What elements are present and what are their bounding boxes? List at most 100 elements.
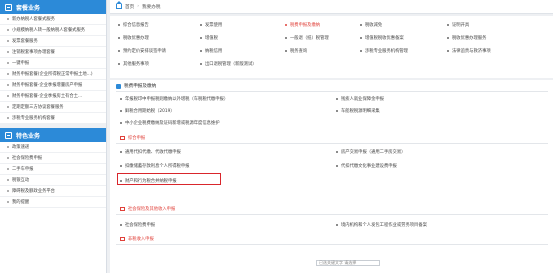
- service-link[interactable]: 鲜税合用期始税（2019）: [120, 108, 175, 114]
- sidebar-item[interactable]: 注销税套事项办理套餐: [0, 47, 106, 58]
- folder-icon: [120, 237, 125, 241]
- bullet-icon: [120, 110, 122, 112]
- menu-item[interactable]: 出口退税管理（新版测试）: [200, 61, 257, 67]
- bullet-icon: [7, 106, 9, 108]
- sidebar-section-package[interactable]: 套餐业务: [0, 0, 106, 14]
- sidebar-item[interactable]: 新办纳税人套餐式服务: [0, 14, 106, 25]
- menu-item[interactable]: 发票使用: [200, 22, 222, 28]
- bullet-icon: [120, 165, 122, 167]
- menu-item[interactable]: 纳税信用: [200, 48, 222, 54]
- bullet-icon: [7, 29, 9, 31]
- sidebar-item[interactable]: 障碍税及额政业务平台: [0, 186, 106, 197]
- sidebar-item[interactable]: 定期定额三方协议套餐服务: [0, 102, 106, 113]
- sidebar-item[interactable]: 社会保险费申报: [0, 153, 106, 164]
- service-link[interactable]: 房产交易申报（通用二手房交易）: [336, 149, 405, 155]
- bullet-icon: [7, 201, 9, 203]
- bullet-icon: [7, 179, 9, 181]
- folder-icon: [120, 136, 125, 140]
- menu-item-active[interactable]: 税费申报及缴纳: [285, 22, 320, 28]
- service-link[interactable]: 通用代扣代缴、代收代缴申报: [120, 149, 181, 155]
- breadcrumb: 首页 › 我要办税: [110, 0, 553, 14]
- bullet-icon: [360, 37, 362, 39]
- menu-item[interactable]: 增值税税收优惠备案: [360, 35, 404, 41]
- bullet-icon: [120, 98, 122, 100]
- bullet-icon: [118, 37, 120, 39]
- sidebar-item[interactable]: 税银互动: [0, 175, 106, 186]
- main-area: 首页 › 我要办税 综合信息报告 税收优惠办理 预约定价安排谈签申请 其他服务事…: [110, 0, 553, 273]
- menu-item[interactable]: 涉税专业服务机构管理: [360, 48, 408, 54]
- menu-item[interactable]: 其他服务事项: [118, 61, 149, 67]
- bullet-icon: [7, 168, 9, 170]
- menu-item[interactable]: 一般退（抵）税管理: [285, 35, 329, 41]
- bullet-icon: [285, 50, 287, 52]
- menu-item[interactable]: 法律追责与救济事项: [447, 48, 491, 54]
- divider: [116, 214, 548, 215]
- bullet-icon: [7, 62, 9, 64]
- service-link[interactable]: 境内机构和个人发包工程作业或劳务项目备案: [336, 222, 427, 228]
- section-title: 税费申报及缴纳: [116, 83, 156, 89]
- bullet-icon: [120, 224, 122, 226]
- bullet-icon: [336, 110, 338, 112]
- bullet-icon: [7, 51, 9, 53]
- sidebar-item[interactable]: 二手车申报: [0, 164, 106, 175]
- sidebar-item[interactable]: 财务申报套餐(企业所得税正常申报土地...): [0, 69, 106, 80]
- sidebar-item[interactable]: 财务申报套餐-企业季报房土有合土...: [0, 91, 106, 102]
- service-link[interactable]: 年报税印中申报税则缴纳以外增税（车税税代缴申报）: [120, 96, 228, 102]
- bullet-icon: [336, 224, 338, 226]
- sidebar-item[interactable]: 发票套餐服务: [0, 36, 106, 47]
- service-link[interactable]: 残疾人就业保障金申报: [336, 96, 384, 102]
- menu-item[interactable]: 税务查询: [285, 48, 307, 54]
- menu-item[interactable]: 增值税: [200, 35, 218, 41]
- bullet-icon: [447, 37, 449, 39]
- sidebar-package-list: 新办纳税人套餐式服务 小规模纳税人转一般纳税人套餐式服务 发票套餐服务 注销税套…: [0, 14, 106, 124]
- bullet-icon: [7, 157, 9, 159]
- menu-item[interactable]: 税收优惠办理服务: [447, 35, 486, 41]
- divider: [116, 143, 548, 144]
- folder-icon: [120, 207, 125, 211]
- service-link[interactable]: 中小企业税费缴纳及证码新增或税源年度信息维护: [120, 120, 220, 126]
- sidebar-item[interactable]: 政策速递: [0, 142, 106, 153]
- function-menu: 综合信息报告 税收优惠办理 预约定价安排谈签申请 其他服务事项 发票使用 增值税…: [110, 16, 553, 78]
- bullet-icon: [447, 50, 449, 52]
- bullet-icon: [200, 24, 202, 26]
- sidebar-item[interactable]: 小规模纳税人转一般纳税人套餐式服务: [0, 25, 106, 36]
- menu-item[interactable]: 税收减免: [360, 22, 382, 28]
- search-input[interactable]: 已选关键文字 请选择: [316, 260, 380, 266]
- menu-item[interactable]: 证明开具: [447, 22, 469, 28]
- service-link[interactable]: 扣缴储蓄存款利息个人所得税申报: [120, 163, 189, 169]
- bullet-icon: [336, 98, 338, 100]
- menu-item[interactable]: 综合信息报告: [118, 22, 149, 28]
- sidebar-section-title: 特色业务: [16, 132, 41, 140]
- bullet-icon: [7, 146, 9, 148]
- sidebar-item[interactable]: 一键申报: [0, 58, 106, 69]
- bullet-icon: [7, 95, 9, 97]
- divider: [116, 244, 548, 245]
- menu-item[interactable]: 税收优惠办理: [118, 35, 149, 41]
- service-link[interactable]: 车船税税源明细采集: [336, 108, 380, 114]
- bullet-icon: [200, 63, 202, 65]
- bullet-icon: [447, 24, 449, 26]
- home-icon: [116, 1, 122, 9]
- list-icon: [116, 83, 121, 89]
- service-link[interactable]: 代扣代缴文化事业建设费申报: [336, 163, 397, 169]
- featured-icon: [5, 131, 12, 139]
- breadcrumb-home[interactable]: 首页: [125, 4, 134, 10]
- subsection-title: 非税收入申报: [120, 236, 154, 242]
- sidebar-item[interactable]: 财务申报套餐-企业季报增量房产申报: [0, 80, 106, 91]
- content-panel: 税费申报及缴纳 年报税印中申报税则缴纳以外增税（车税税代缴申报） 残疾人就业保障…: [110, 80, 553, 273]
- menu-item[interactable]: 预约定价安排谈签申请: [118, 48, 166, 54]
- bullet-icon: [7, 40, 9, 42]
- bullet-icon: [7, 73, 9, 75]
- service-link[interactable]: 社会保险费申报: [120, 222, 155, 228]
- bullet-icon: [7, 117, 9, 119]
- highlight-box: [117, 173, 221, 185]
- sidebar-section-featured[interactable]: 特色业务: [0, 128, 106, 142]
- bullet-icon: [285, 24, 287, 26]
- sidebar-item[interactable]: 涉税专业服务机构套餐: [0, 113, 106, 124]
- bullet-icon: [336, 165, 338, 167]
- bullet-icon: [118, 50, 120, 52]
- bullet-icon: [7, 84, 9, 86]
- bullet-icon: [285, 37, 287, 39]
- sidebar-item[interactable]: 我的提醒: [0, 197, 106, 208]
- sidebar-section-title: 套餐业务: [16, 4, 41, 12]
